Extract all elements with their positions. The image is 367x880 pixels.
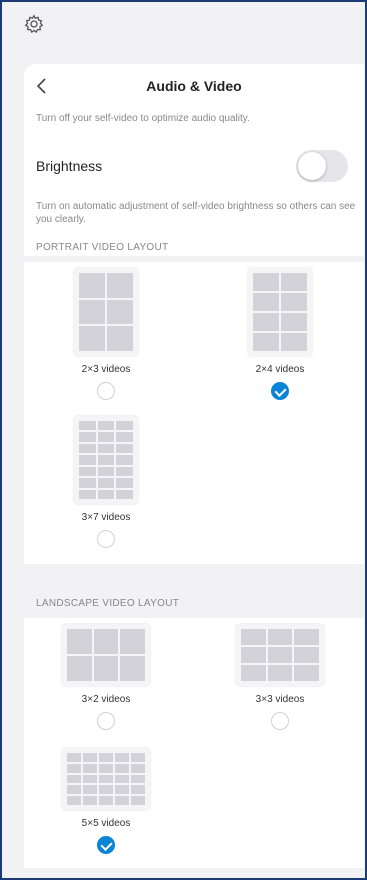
layout-thumbnail xyxy=(62,624,150,686)
option-label: 2×4 videos xyxy=(255,364,305,375)
layout-thumbnail xyxy=(248,268,312,356)
layout-thumbnail xyxy=(74,416,138,504)
brightness-toggle[interactable] xyxy=(296,150,348,182)
landscape-option-3x2[interactable]: 3×2 videos xyxy=(46,624,166,730)
radio-button[interactable] xyxy=(97,712,115,730)
gear-icon[interactable] xyxy=(24,14,44,34)
option-label: 3×3 videos xyxy=(255,694,305,705)
brightness-hint: Turn on automatic adjustment of self-vid… xyxy=(36,201,356,225)
brightness-label: Brightness xyxy=(36,158,103,174)
option-label: 3×7 videos xyxy=(81,512,131,523)
portrait-option-2x4[interactable]: 2×4 videos xyxy=(220,268,340,400)
checkmark-icon[interactable] xyxy=(271,382,289,400)
page-title: Audio & Video xyxy=(146,78,242,94)
checkmark-icon[interactable] xyxy=(97,836,115,854)
option-label: 2×3 videos xyxy=(81,364,131,375)
portrait-option-2x3[interactable]: 2×3 videos xyxy=(46,268,166,400)
radio-button[interactable] xyxy=(97,530,115,548)
landscape-option-3x3[interactable]: 3×3 videos xyxy=(220,624,340,730)
portrait-layout-panel: 2×3 videos 2×4 videos 3×7 videos xyxy=(24,262,364,564)
radio-button[interactable] xyxy=(97,382,115,400)
radio-button[interactable] xyxy=(271,712,289,730)
app-window: Audio & Video Turn off your self-video t… xyxy=(0,0,367,880)
self-video-hint: Turn off your self-video to optimize aud… xyxy=(24,110,364,142)
toggle-knob xyxy=(298,152,326,180)
landscape-layout-panel: 3×2 videos 3×3 videos 5×5 videos xyxy=(24,618,364,868)
landscape-section-label: LANDSCAPE VIDEO LAYOUT xyxy=(36,598,180,609)
option-label: 3×2 videos xyxy=(81,694,131,705)
landscape-option-5x5[interactable]: 5×5 videos xyxy=(46,748,166,854)
layout-thumbnail xyxy=(62,748,150,810)
settings-sheet: Audio & Video Turn off your self-video t… xyxy=(24,64,364,878)
top-bar xyxy=(2,2,365,64)
portrait-option-3x7[interactable]: 3×7 videos xyxy=(46,416,166,548)
layout-thumbnail xyxy=(236,624,324,686)
option-label: 5×5 videos xyxy=(81,818,131,829)
sheet-header: Audio & Video xyxy=(24,64,364,110)
portrait-section-label: PORTRAIT VIDEO LAYOUT xyxy=(36,242,169,253)
brightness-row: Brightness Turn on automatic adjustment … xyxy=(24,142,364,256)
layout-thumbnail xyxy=(74,268,138,356)
